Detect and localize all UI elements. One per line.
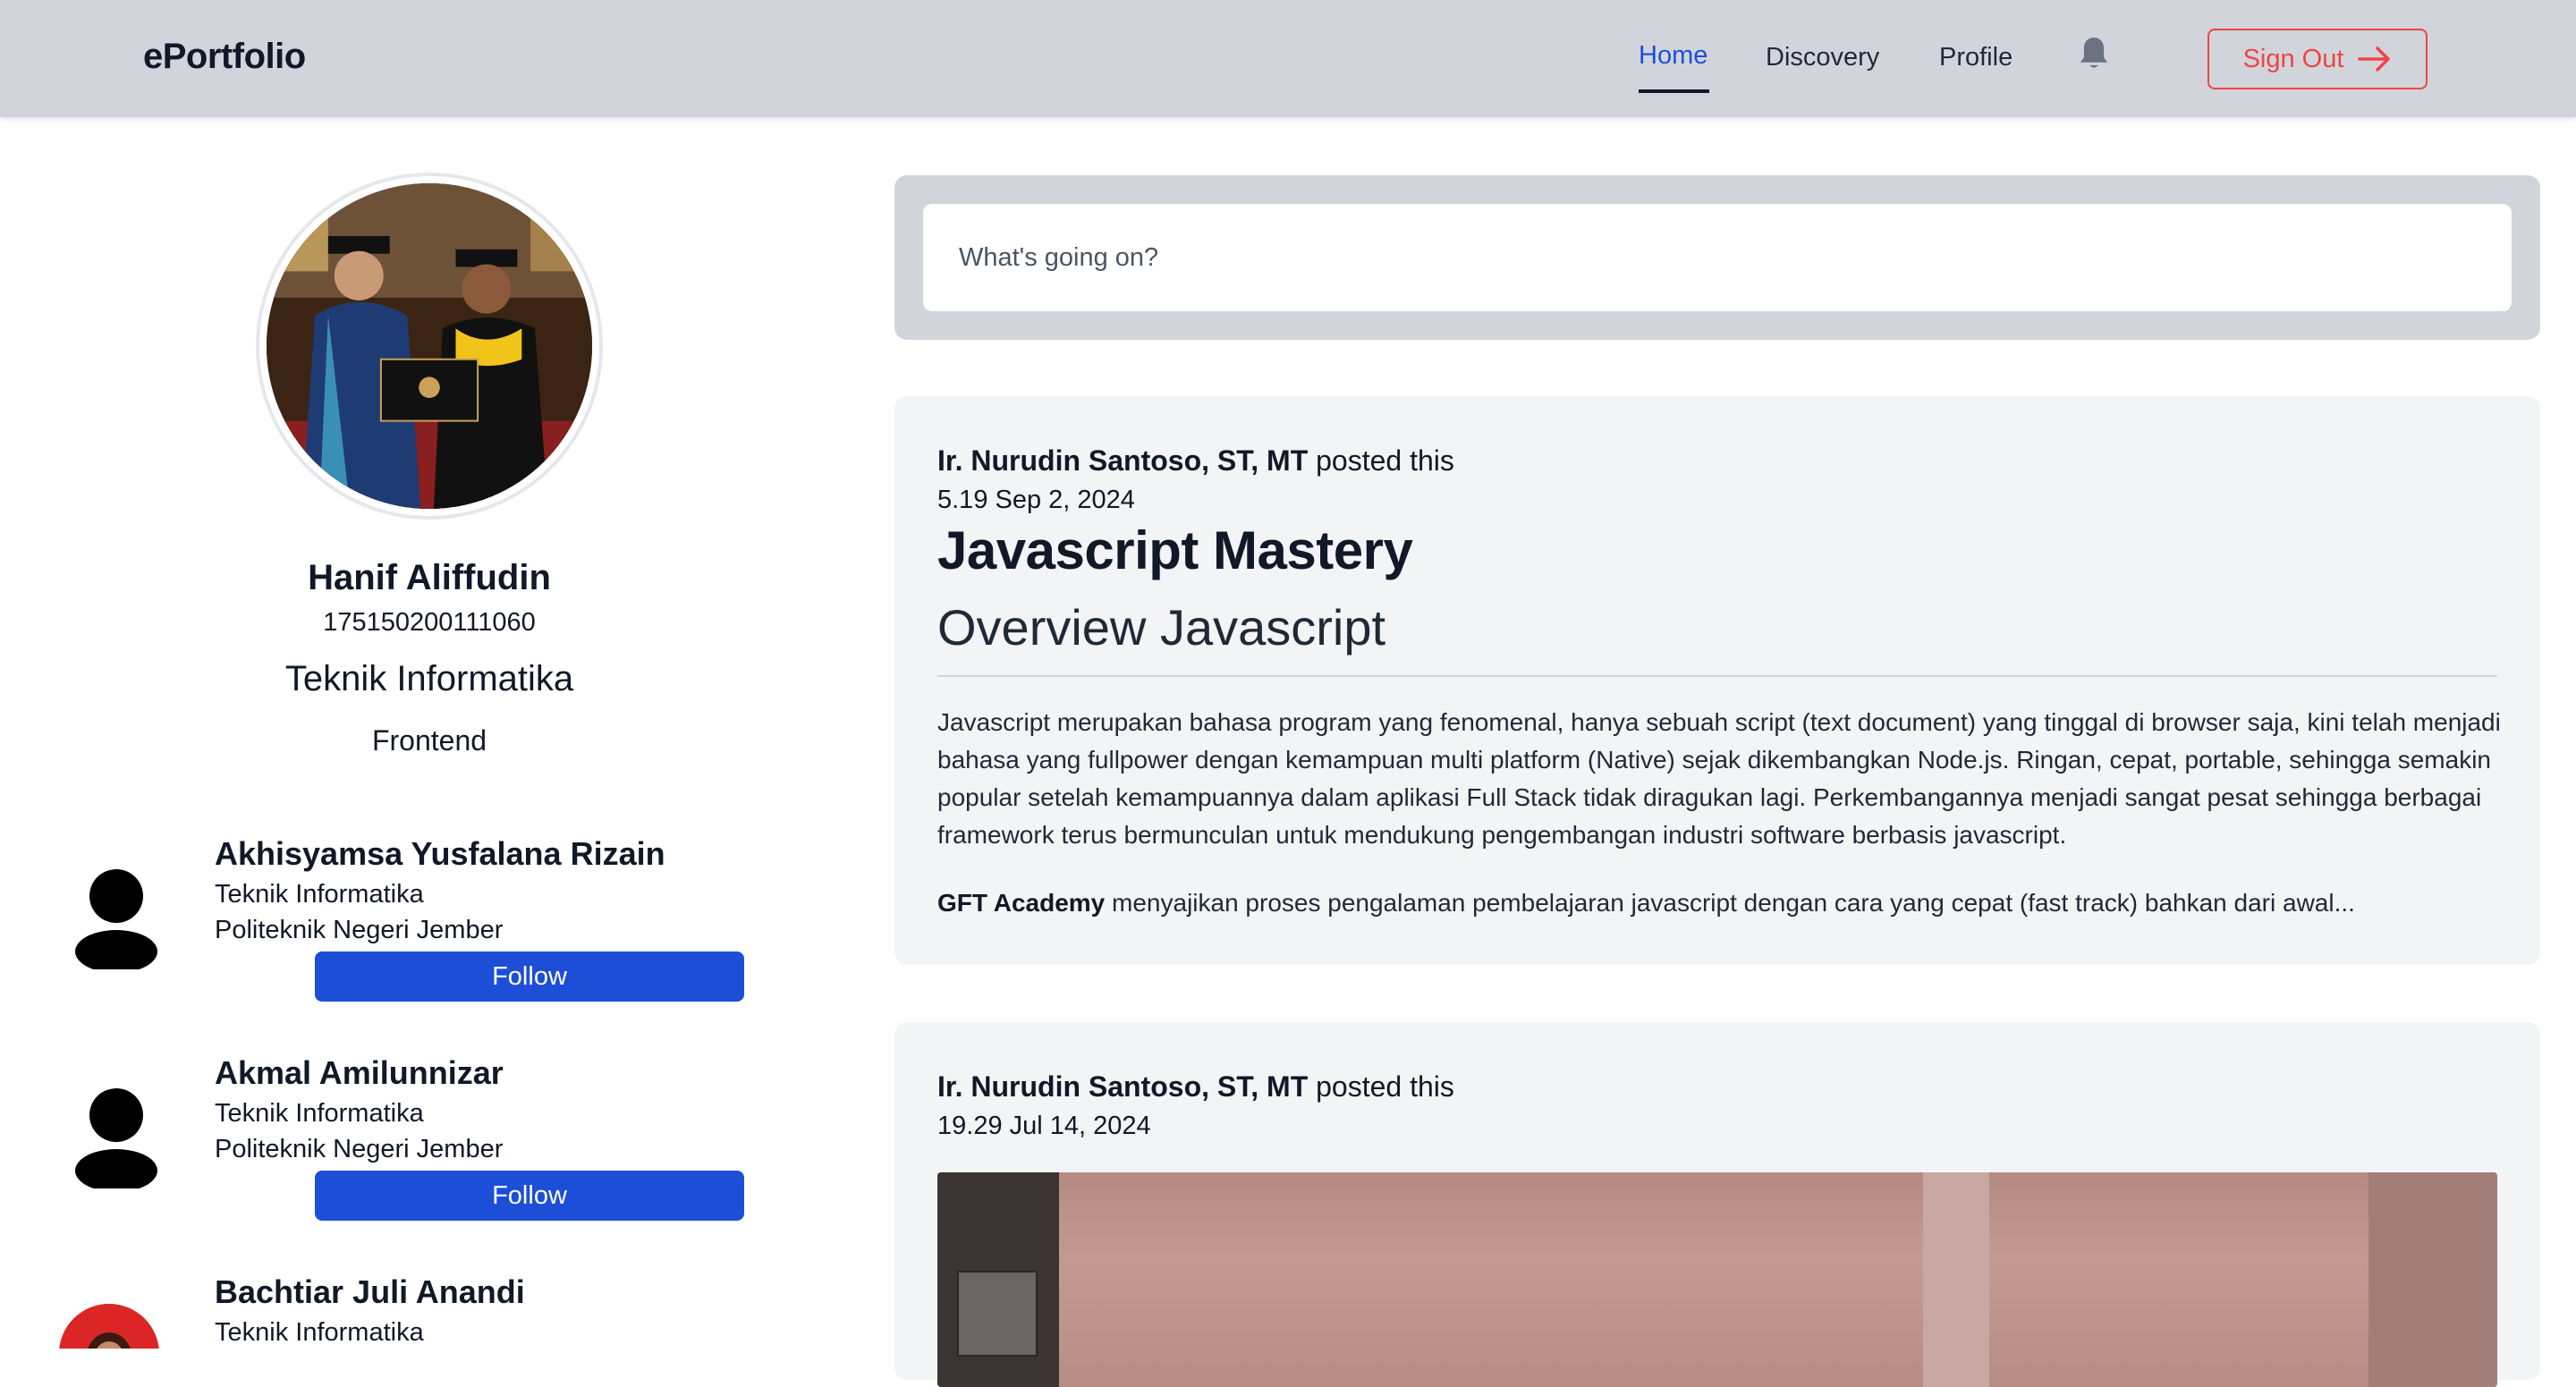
nav-home-active-indicator [1639, 89, 1709, 93]
post-action: posted this [1316, 1070, 1454, 1103]
post-image[interactable] [937, 1172, 2497, 1387]
sign-out-label: Sign Out [2242, 44, 2344, 73]
suggestion-card: Akmal Amilunnizar Teknik Informatika Pol… [54, 1049, 769, 1269]
post-action: posted this [1316, 444, 1454, 477]
suggestion-card: Bachtiar Juli Anandi Teknik Informatika [54, 1268, 769, 1349]
notification-bell-icon[interactable] [2077, 34, 2111, 75]
suggestion-department: Teknik Informatika [215, 880, 424, 909]
follow-button[interactable]: Follow [315, 951, 744, 1002]
profile-avatar[interactable] [256, 173, 603, 520]
profile-department: Teknik Informatika [284, 659, 574, 698]
suggestion-card: Akhisyamsa Yusfalana Rizain Teknik Infor… [54, 830, 769, 1050]
nav-discovery[interactable]: Discovery [1766, 43, 1879, 72]
suggestion-name[interactable]: Akmal Amilunnizar [215, 1054, 504, 1092]
post-subtitle: Overview Javascript [937, 599, 1386, 655]
user-avatar[interactable] [59, 1304, 159, 1349]
profile-nim: 175150200111060 [323, 608, 536, 637]
navbar: ePortfolio Home Discovery Profile Sign O… [0, 0, 2576, 117]
post-author-name[interactable]: Ir. Nurudin Santoso, ST, MT [937, 444, 1308, 477]
post-body: Javascript merupakan bahasa program yang… [937, 708, 2501, 849]
post-author-name[interactable]: Ir. Nurudin Santoso, ST, MT [937, 1070, 1308, 1103]
arrow-right-icon [2358, 47, 2391, 72]
image-door [1923, 1172, 1989, 1387]
suggestion-school: Politeknik Negeri Jember [215, 1135, 504, 1163]
post-composer [894, 175, 2540, 340]
post-author-line: Ir. Nurudin Santoso, ST, MT posted this [937, 1070, 1454, 1104]
profile-role: Frontend [371, 724, 487, 757]
post-timestamp: 19.29 Jul 14, 2024 [937, 1112, 1151, 1140]
nav-profile[interactable]: Profile [1939, 43, 2012, 72]
post-card: Ir. Nurudin Santoso, ST, MT posted this … [894, 396, 2540, 965]
suggestion-department: Teknik Informatika [215, 1099, 424, 1128]
sign-out-button[interactable]: Sign Out [2207, 29, 2428, 89]
image-speaker [957, 1271, 1038, 1357]
follow-button[interactable]: Follow [315, 1171, 744, 1221]
profile-photo [267, 183, 592, 509]
post-org-name: GFT Academy [937, 889, 1106, 917]
composer-input[interactable] [923, 204, 2512, 311]
suggestion-school: Politeknik Negeri Jember [215, 916, 504, 944]
post-excerpt-text: menyajikan proses pengalaman pembelajara… [1105, 889, 2355, 917]
post-body-excerpt: GFT Academy menyajikan proses pengalaman… [937, 884, 2501, 922]
post-title[interactable]: Javascript Mastery [937, 520, 1413, 581]
post-author-line: Ir. Nurudin Santoso, ST, MT posted this [937, 444, 1454, 478]
default-user-icon[interactable] [64, 866, 168, 973]
brand-logo[interactable]: ePortfolio [143, 37, 306, 77]
nav-home[interactable]: Home [1639, 41, 1707, 71]
image-panel [2368, 1172, 2497, 1387]
post-divider [937, 675, 2497, 677]
suggestion-name[interactable]: Bachtiar Juli Anandi [215, 1273, 525, 1311]
default-user-icon[interactable] [64, 1085, 168, 1192]
post-card: Ir. Nurudin Santoso, ST, MT posted this … [894, 1022, 2540, 1387]
suggestion-department: Teknik Informatika [215, 1318, 424, 1347]
suggestion-name[interactable]: Akhisyamsa Yusfalana Rizain [215, 835, 665, 873]
profile-name[interactable]: Hanif Aliffudin [0, 558, 859, 598]
post-timestamp: 5.19 Sep 2, 2024 [937, 486, 1135, 514]
